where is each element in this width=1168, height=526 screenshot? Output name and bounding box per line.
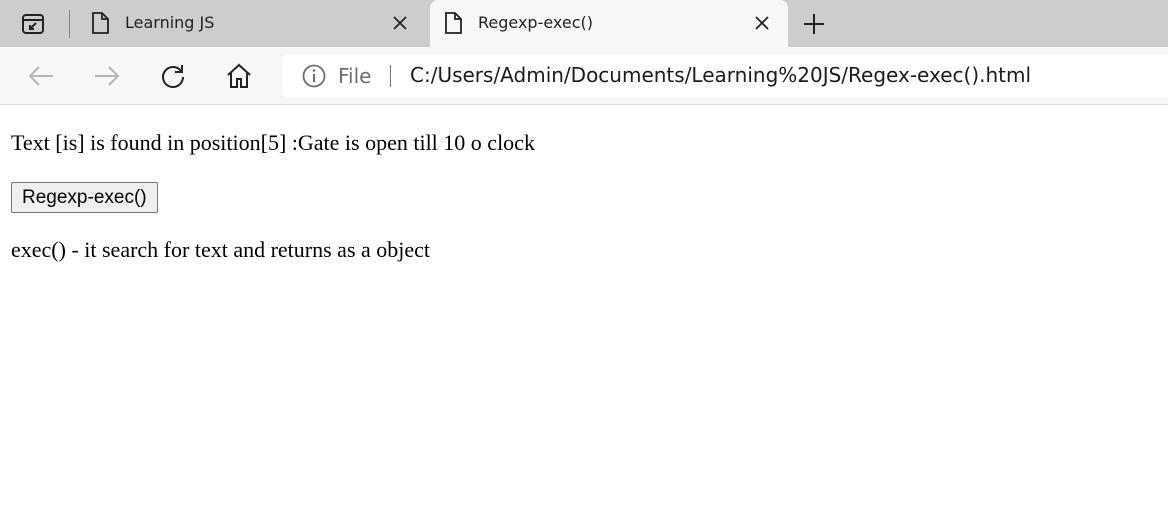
address-separator (390, 65, 391, 87)
forward-arrow-icon[interactable] (92, 61, 122, 91)
page-icon (91, 12, 109, 34)
tab-strip: Learning JS Regexp-exec() (0, 0, 1168, 47)
scheme-label: File (338, 64, 372, 88)
page-icon (444, 12, 462, 34)
tab-learning-js[interactable]: Learning JS (77, 0, 426, 47)
address-bar[interactable]: File C:/Users/Admin/Documents/Learning%2… (282, 55, 1168, 97)
tab-strip-divider (69, 10, 70, 38)
plus-icon[interactable] (800, 10, 828, 38)
url-text[interactable]: C:/Users/Admin/Documents/Learning%20JS/R… (410, 63, 1031, 87)
description-text: exec() - it search for text and returns … (11, 237, 431, 262)
browser-toolbar: File C:/Users/Admin/Documents/Learning%2… (0, 47, 1168, 105)
home-icon[interactable] (224, 61, 254, 91)
refresh-icon[interactable] (158, 61, 188, 91)
page-content: Text [is] is found in position[5] :Gate … (11, 128, 1151, 265)
tab-title: Learning JS (125, 13, 215, 32)
info-icon[interactable] (302, 64, 326, 88)
result-text: Text [is] is found in position[5] :Gate … (11, 130, 535, 155)
tab-regexp-exec[interactable]: Regexp-exec() (430, 0, 788, 47)
close-icon[interactable] (752, 13, 772, 33)
regexp-exec-button[interactable]: Regexp-exec() (11, 182, 158, 213)
back-arrow-icon[interactable] (26, 61, 56, 91)
tab-title: Regexp-exec() (478, 13, 594, 32)
tab-actions-icon[interactable] (20, 12, 46, 36)
close-icon[interactable] (390, 13, 410, 33)
